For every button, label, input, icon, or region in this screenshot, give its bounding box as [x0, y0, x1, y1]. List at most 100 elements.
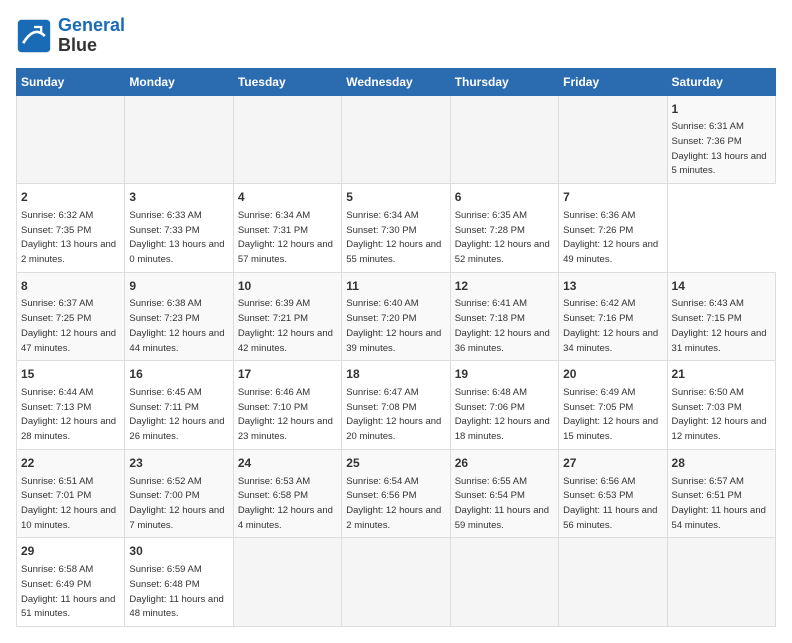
day-info: Sunrise: 6:49 AMSunset: 7:05 PMDaylight:… [563, 387, 658, 442]
calendar-cell [125, 95, 233, 184]
day-info: Sunrise: 6:47 AMSunset: 7:08 PMDaylight:… [346, 387, 441, 442]
day-number: 28 [672, 455, 771, 472]
page-header: GeneralBlue [16, 16, 776, 56]
day-info: Sunrise: 6:52 AMSunset: 7:00 PMDaylight:… [129, 476, 224, 531]
calendar-cell [559, 95, 667, 184]
calendar-cell: 19 Sunrise: 6:48 AMSunset: 7:06 PMDayligh… [450, 361, 558, 450]
week-row: 8Sunrise: 6:37 AMSunset: 7:25 PMDaylight… [17, 272, 776, 361]
calendar-cell: 18 Sunrise: 6:47 AMSunset: 7:08 PMDayligh… [342, 361, 450, 450]
calendar-cell [559, 538, 667, 627]
calendar-cell [233, 95, 341, 184]
calendar-cell: 17 Sunrise: 6:46 AMSunset: 7:10 PMDayligh… [233, 361, 341, 450]
day-info: Sunrise: 6:33 AMSunset: 7:33 PMDaylight:… [129, 210, 224, 265]
day-number: 6 [455, 189, 554, 206]
column-header-friday: Friday [559, 68, 667, 95]
column-header-saturday: Saturday [667, 68, 775, 95]
column-header-wednesday: Wednesday [342, 68, 450, 95]
day-number: 14 [672, 278, 771, 295]
calendar-cell: 22 Sunrise: 6:51 AMSunset: 7:01 PMDayligh… [17, 449, 125, 538]
calendar-cell: 24 Sunrise: 6:53 AMSunset: 6:58 PMDayligh… [233, 449, 341, 538]
calendar-cell: 3 Sunrise: 6:33 AMSunset: 7:33 PMDaylight… [125, 184, 233, 273]
week-row: 29 Sunrise: 6:58 AMSunset: 6:49 PMDayligh… [17, 538, 776, 627]
calendar-cell: 9 Sunrise: 6:38 AMSunset: 7:23 PMDaylight… [125, 272, 233, 361]
day-number: 21 [672, 366, 771, 383]
day-number: 27 [563, 455, 662, 472]
calendar-cell: 30 Sunrise: 6:59 AMSunset: 6:48 PMDayligh… [125, 538, 233, 627]
day-info: Sunrise: 6:41 AMSunset: 7:18 PMDaylight:… [455, 298, 550, 353]
calendar-cell [17, 95, 125, 184]
calendar-table: SundayMondayTuesdayWednesdayThursdayFrid… [16, 68, 776, 627]
day-info: Sunrise: 6:34 AMSunset: 7:30 PMDaylight:… [346, 210, 441, 265]
day-info: Sunrise: 6:54 AMSunset: 6:56 PMDaylight:… [346, 476, 441, 531]
day-info: Sunrise: 6:36 AMSunset: 7:26 PMDaylight:… [563, 210, 658, 265]
day-number: 19 [455, 366, 554, 383]
day-info: Sunrise: 6:58 AMSunset: 6:49 PMDaylight:… [21, 564, 115, 619]
day-number: 9 [129, 278, 228, 295]
day-info: Sunrise: 6:50 AMSunset: 7:03 PMDaylight:… [672, 387, 767, 442]
calendar-cell [450, 538, 558, 627]
day-number: 17 [238, 366, 337, 383]
day-info: Sunrise: 6:46 AMSunset: 7:10 PMDaylight:… [238, 387, 333, 442]
calendar-cell [667, 538, 775, 627]
day-number: 15 [21, 366, 120, 383]
logo-icon [16, 18, 52, 54]
week-row: 1 Sunrise: 6:31 AMSunset: 7:36 PMDaylight… [17, 95, 776, 184]
calendar-cell [342, 538, 450, 627]
day-info: Sunrise: 6:57 AMSunset: 6:51 PMDaylight:… [672, 476, 766, 531]
day-info: Sunrise: 6:45 AMSunset: 7:11 PMDaylight:… [129, 387, 224, 442]
calendar-cell: 28 Sunrise: 6:57 AMSunset: 6:51 PMDayligh… [667, 449, 775, 538]
day-info: Sunrise: 6:48 AMSunset: 7:06 PMDaylight:… [455, 387, 550, 442]
day-number: 8 [21, 278, 120, 295]
calendar-cell: 26 Sunrise: 6:55 AMSunset: 6:54 PMDayligh… [450, 449, 558, 538]
calendar-cell: 29 Sunrise: 6:58 AMSunset: 6:49 PMDayligh… [17, 538, 125, 627]
day-info: Sunrise: 6:32 AMSunset: 7:35 PMDaylight:… [21, 210, 116, 265]
day-number: 24 [238, 455, 337, 472]
week-row: 15 Sunrise: 6:44 AMSunset: 7:13 PMDayligh… [17, 361, 776, 450]
day-number: 7 [563, 189, 662, 206]
day-number: 26 [455, 455, 554, 472]
calendar-cell: 12 Sunrise: 6:41 AMSunset: 7:18 PMDayligh… [450, 272, 558, 361]
day-number: 10 [238, 278, 337, 295]
day-info: Sunrise: 6:38 AMSunset: 7:23 PMDaylight:… [129, 298, 224, 353]
calendar-cell: 16Sunrise: 6:45 AMSunset: 7:11 PMDayligh… [125, 361, 233, 450]
day-info: Sunrise: 6:53 AMSunset: 6:58 PMDaylight:… [238, 476, 333, 531]
calendar-cell: 6Sunrise: 6:35 AMSunset: 7:28 PMDaylight… [450, 184, 558, 273]
day-info: Sunrise: 6:59 AMSunset: 6:48 PMDaylight:… [129, 564, 223, 619]
day-info: Sunrise: 6:55 AMSunset: 6:54 PMDaylight:… [455, 476, 549, 531]
day-number: 2 [21, 189, 120, 206]
day-info: Sunrise: 6:31 AMSunset: 7:36 PMDaylight:… [672, 121, 767, 176]
day-info: Sunrise: 6:51 AMSunset: 7:01 PMDaylight:… [21, 476, 116, 531]
calendar-cell: 27 Sunrise: 6:56 AMSunset: 6:53 PMDayligh… [559, 449, 667, 538]
calendar-cell: 11 Sunrise: 6:40 AMSunset: 7:20 PMDayligh… [342, 272, 450, 361]
week-row: 22 Sunrise: 6:51 AMSunset: 7:01 PMDayligh… [17, 449, 776, 538]
calendar-cell: 23Sunrise: 6:52 AMSunset: 7:00 PMDayligh… [125, 449, 233, 538]
calendar-cell: 14Sunrise: 6:43 AMSunset: 7:15 PMDayligh… [667, 272, 775, 361]
day-number: 30 [129, 543, 228, 560]
calendar-cell: 10Sunrise: 6:39 AMSunset: 7:21 PMDayligh… [233, 272, 341, 361]
calendar-cell: 4 Sunrise: 6:34 AMSunset: 7:31 PMDaylight… [233, 184, 341, 273]
day-info: Sunrise: 6:34 AMSunset: 7:31 PMDaylight:… [238, 210, 333, 265]
calendar-cell: 2 Sunrise: 6:32 AMSunset: 7:35 PMDaylight… [17, 184, 125, 273]
day-number: 20 [563, 366, 662, 383]
calendar-cell: 25 Sunrise: 6:54 AMSunset: 6:56 PMDayligh… [342, 449, 450, 538]
header-row: SundayMondayTuesdayWednesdayThursdayFrid… [17, 68, 776, 95]
calendar-cell: 13Sunrise: 6:42 AMSunset: 7:16 PMDayligh… [559, 272, 667, 361]
day-number: 25 [346, 455, 445, 472]
logo: GeneralBlue [16, 16, 125, 56]
day-number: 29 [21, 543, 120, 560]
week-row: 2 Sunrise: 6:32 AMSunset: 7:35 PMDaylight… [17, 184, 776, 273]
day-number: 11 [346, 278, 445, 295]
day-number: 3 [129, 189, 228, 206]
day-info: Sunrise: 6:40 AMSunset: 7:20 PMDaylight:… [346, 298, 441, 353]
day-number: 5 [346, 189, 445, 206]
day-info: Sunrise: 6:44 AMSunset: 7:13 PMDaylight:… [21, 387, 116, 442]
day-number: 12 [455, 278, 554, 295]
day-number: 1 [672, 101, 771, 118]
day-number: 18 [346, 366, 445, 383]
column-header-thursday: Thursday [450, 68, 558, 95]
day-info: Sunrise: 6:56 AMSunset: 6:53 PMDaylight:… [563, 476, 657, 531]
column-header-sunday: Sunday [17, 68, 125, 95]
day-number: 22 [21, 455, 120, 472]
day-number: 4 [238, 189, 337, 206]
day-info: Sunrise: 6:42 AMSunset: 7:16 PMDaylight:… [563, 298, 658, 353]
